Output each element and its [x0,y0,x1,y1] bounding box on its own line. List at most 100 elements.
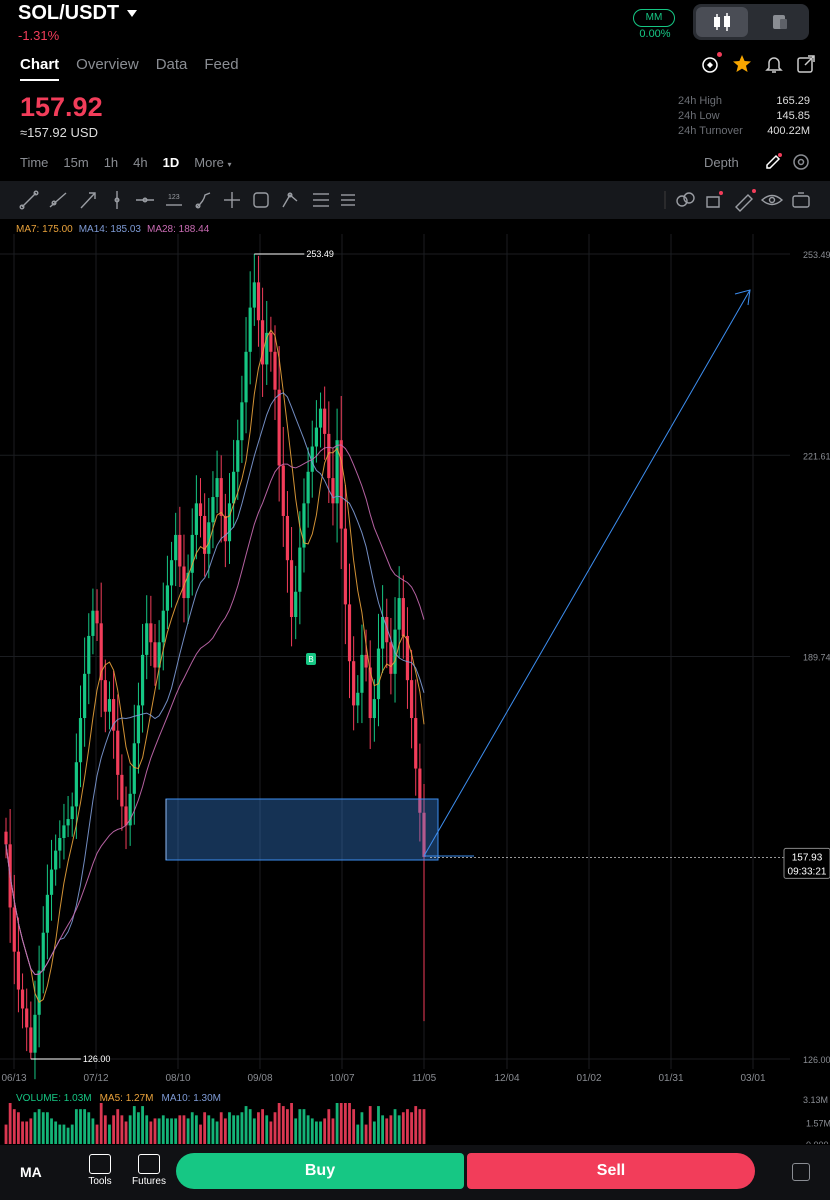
volume-bar [83,1109,87,1144]
tab-chart[interactable]: Chart [20,56,60,81]
path-tool-icon[interactable] [282,192,298,208]
caret-down-icon: ▾ [227,160,232,169]
volume-bar [41,1112,45,1144]
arrow-tool-icon[interactable] [80,192,96,209]
notification-dot [717,52,722,57]
volume-bar [17,1112,20,1144]
volume-bar [37,1109,41,1144]
volume-bar [4,1124,8,1144]
volume-bar [29,1118,33,1144]
favorite-star-icon[interactable] [732,54,752,74]
candle-body [161,610,165,643]
candle-body [145,623,149,655]
stat-value: 165.29 [776,95,810,107]
volume-bar [290,1103,293,1144]
volume-bar [62,1124,66,1144]
fullscreen-icon[interactable] [792,1163,810,1181]
alert-bell-icon[interactable] [700,52,722,74]
eye-icon[interactable] [760,194,784,206]
volume-bar [207,1115,211,1144]
candle-body [149,623,153,643]
lock-drawing-icon[interactable] [706,191,723,208]
volume-bar [281,1106,285,1144]
volume-bar [215,1121,219,1144]
shape-tool-icon[interactable] [253,192,269,208]
share-icon[interactable] [796,54,816,74]
candle-body [107,699,112,712]
interval-time[interactable]: Time [20,155,48,170]
fibonacci-tool-icon[interactable] [313,193,329,207]
delete-drawings-icon[interactable] [792,192,810,208]
volume-bar [352,1109,356,1144]
volume-bar [161,1115,165,1144]
volume-bar [141,1106,144,1144]
buy-button[interactable]: Buy [176,1153,464,1189]
depth-tab[interactable]: Depth [704,155,739,170]
candle-body [364,654,368,668]
candle-body [232,471,236,504]
volume-ma10: MA10: 1.30M [161,1093,221,1104]
candle-body [83,673,87,719]
volume-bar [277,1103,281,1144]
interval-4h[interactable]: 4h [133,155,147,170]
crosshair-tool-icon[interactable] [224,192,240,208]
volume-bar [348,1103,351,1144]
stat-row: 24h Low 145.85 [678,110,810,125]
trendline-tool-icon[interactable] [19,190,39,210]
pencil-icon[interactable] [763,152,783,172]
interval-more[interactable]: More ▾ [194,155,231,170]
trading-pair[interactable]: SOL/USDT [18,2,138,25]
candle-body [219,478,223,516]
candle-body [120,774,124,807]
ray-tool-icon[interactable] [49,192,67,208]
volume-bar [310,1118,314,1144]
ma-indicator-button[interactable]: MA [20,1164,42,1180]
price-chart[interactable]: 253.49 221.61 189.74 126.00 06/13 07/12 08/10 0… [0,234,830,1144]
volume-bar [45,1112,49,1144]
toolbar-icons: 123 [19,189,810,212]
interval-1d[interactable]: 1D [163,155,180,170]
brush-tool-icon[interactable] [195,192,211,209]
candle-view-option[interactable] [696,7,748,37]
tools-label: Tools [88,1176,112,1187]
bell-icon[interactable] [764,54,784,74]
horizontal-line-tool-icon[interactable] [136,197,154,203]
futures-label: Futures [132,1176,166,1187]
document-view-icon[interactable] [771,13,789,31]
tab-data[interactable]: Data [156,56,188,73]
interval-15m[interactable]: 15m [63,155,88,170]
usd-price: ≈157.92 USD [20,125,98,140]
mm-badge[interactable]: MM [633,9,675,27]
volume-tick-label: 3.13M [803,1095,828,1105]
candle-body [58,838,62,851]
tab-overview[interactable]: Overview [76,56,139,73]
volume-bar [273,1112,277,1144]
volume-bar [319,1121,322,1144]
ruler-tool-icon[interactable] [735,189,756,212]
tab-feed[interactable]: Feed [204,56,238,73]
futures-button[interactable]: Futures [132,1154,166,1187]
volume-bar [70,1124,74,1144]
volume-bar [108,1124,111,1144]
volume-bar [33,1112,37,1144]
candle-body [273,351,277,390]
vertical-line-tool-icon[interactable] [114,191,120,209]
volume-bar [74,1109,78,1144]
candle-body [227,503,232,542]
magnet-tool-icon[interactable] [676,192,695,207]
countdown-label: 09:33:21 [788,866,827,877]
futures-icon [138,1154,160,1174]
volume-bar [261,1109,264,1144]
volume-bar [87,1112,91,1144]
volume-bar [116,1109,120,1144]
interval-1h[interactable]: 1h [104,155,118,170]
volume-bar [182,1115,186,1144]
volume-bar [265,1115,269,1144]
price-label-tool-icon[interactable]: 123 [166,194,182,206]
settings-icon[interactable] [792,153,810,171]
drawing-toolbar: 123 [0,181,830,219]
channel-tool-icon[interactable] [341,194,355,206]
tools-button[interactable]: Tools [83,1154,117,1187]
view-toggle[interactable] [693,4,809,40]
sell-button[interactable]: Sell [467,1153,755,1189]
